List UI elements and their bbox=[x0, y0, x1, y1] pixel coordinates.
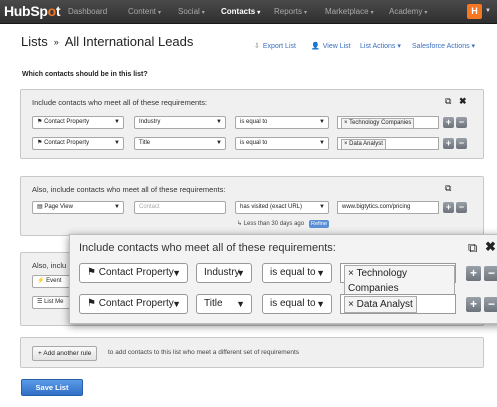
remove-filter-button[interactable]: − bbox=[484, 297, 497, 312]
lightning-icon: ⚡ bbox=[37, 278, 45, 284]
add-filter-button[interactable]: + bbox=[443, 202, 454, 213]
add-filter-button[interactable]: + bbox=[443, 138, 454, 149]
filter-type-select[interactable]: ⚑ Contact Property ▼ bbox=[32, 137, 124, 150]
top-navbar: HubSpot Dashboard Content ▾ Social ▾ Conta… bbox=[0, 0, 497, 24]
page-icon: ▤ bbox=[37, 204, 43, 210]
add-filter-button[interactable]: + bbox=[443, 117, 454, 128]
export-list-link[interactable]: ⇩ Export List bbox=[254, 42, 296, 50]
close-icon[interactable]: ✖ bbox=[459, 96, 467, 107]
list-criteria-question: Which contacts should be in this list? bbox=[22, 71, 148, 78]
value-tag[interactable]: × Technology Companies bbox=[341, 118, 415, 129]
nav-social[interactable]: Social ▾ bbox=[178, 0, 205, 24]
url-input[interactable]: www.bigtytics.com/pricing bbox=[337, 201, 439, 214]
flag-icon: ⚑ bbox=[87, 298, 96, 309]
add-filter-button[interactable]: + bbox=[466, 266, 481, 281]
nav-dashboard[interactable]: Dashboard bbox=[68, 0, 107, 24]
close-icon[interactable]: ✖ bbox=[485, 239, 496, 255]
contact-input[interactable]: Contact bbox=[134, 201, 226, 214]
value-input[interactable]: × Technology Companies bbox=[340, 263, 456, 297]
property-select[interactable]: Title ▼ bbox=[196, 294, 252, 314]
operator-select[interactable]: is equal to ▼ bbox=[262, 263, 332, 283]
operator-select[interactable]: has visited (exact URL) ▼ bbox=[235, 201, 329, 214]
filter-type-select[interactable]: ▤ Page View ▼ bbox=[32, 201, 124, 214]
remove-filter-button[interactable]: − bbox=[456, 117, 467, 128]
value-tag[interactable]: × Data Analyst bbox=[341, 139, 386, 150]
copy-icon[interactable]: ⧉ bbox=[468, 240, 477, 256]
flag-icon: ⚑ bbox=[37, 119, 43, 125]
account-menu-button[interactable]: H bbox=[467, 4, 482, 19]
property-select[interactable]: Title ▼ bbox=[134, 137, 226, 150]
value-input[interactable]: × Data Analyst bbox=[337, 137, 439, 150]
group-heading: Include contacts who meet all of these r… bbox=[79, 242, 336, 254]
group-heading: Include contacts who meet all of these r… bbox=[32, 98, 208, 107]
copy-icon[interactable]: ⧉ bbox=[445, 96, 451, 107]
nav-content[interactable]: Content ▾ bbox=[128, 0, 161, 24]
remove-filter-button[interactable]: − bbox=[484, 266, 497, 281]
add-rule-description: to add contacts to this list who meet a … bbox=[108, 349, 300, 356]
operator-select[interactable]: is equal to ▼ bbox=[262, 294, 332, 314]
flag-icon: ⚑ bbox=[37, 140, 43, 146]
page-title: Lists» All International Leads bbox=[21, 34, 194, 49]
breadcrumb-lists[interactable]: Lists bbox=[21, 34, 48, 49]
filter-type-select[interactable]: ⚑ Contact Property ▼ bbox=[79, 294, 188, 314]
refine-button[interactable]: Refine bbox=[309, 220, 329, 228]
add-another-rule-button[interactable]: + Add another rule bbox=[32, 346, 98, 361]
zoomed-criteria-group: Include contacts who meet all of these r… bbox=[69, 234, 497, 324]
salesforce-actions-dropdown[interactable]: Salesforce Actions ▾ bbox=[412, 42, 475, 50]
remove-filter-button[interactable]: − bbox=[456, 202, 467, 213]
filter-type-select[interactable]: ⚑ Contact Property ▼ bbox=[79, 263, 188, 283]
value-input[interactable]: × Technology Companies bbox=[337, 116, 439, 129]
add-filter-button[interactable]: + bbox=[466, 297, 481, 312]
value-tag[interactable]: × Data Analyst bbox=[344, 296, 417, 313]
save-list-button[interactable]: Save List bbox=[21, 379, 83, 396]
value-input[interactable]: × Data Analyst bbox=[340, 294, 456, 314]
list-actions-dropdown[interactable]: List Actions ▾ bbox=[360, 42, 401, 50]
user-icon: 👤 bbox=[311, 43, 320, 50]
copy-icon[interactable]: ⧉ bbox=[445, 183, 451, 194]
nav-academy[interactable]: Academy ▾ bbox=[389, 0, 427, 24]
operator-select[interactable]: is equal to ▼ bbox=[235, 116, 329, 129]
group-heading: Also, include contacts who meet all of t… bbox=[32, 185, 226, 194]
flag-icon: ⚑ bbox=[87, 267, 96, 278]
view-list-link[interactable]: 👤 View List bbox=[311, 42, 351, 50]
nav-marketplace[interactable]: Marketplace ▾ bbox=[325, 0, 374, 24]
list-name: All International Leads bbox=[64, 34, 194, 49]
chevron-down-icon[interactable]: ▼ bbox=[485, 8, 491, 14]
operator-select[interactable]: is equal to ▼ bbox=[235, 137, 329, 150]
criteria-group-1: Include contacts who meet all of these r… bbox=[20, 89, 484, 159]
criteria-group-2: Also, include contacts who meet all of t… bbox=[20, 176, 484, 236]
filter-type-select[interactable]: ⚑ Contact Property ▼ bbox=[32, 116, 124, 129]
group-heading: Also, inclu bbox=[32, 261, 67, 270]
property-select[interactable]: Industry ▼ bbox=[196, 263, 252, 283]
list-icon: ☰ bbox=[37, 299, 43, 305]
nav-reports[interactable]: Reports ▾ bbox=[274, 0, 307, 24]
remove-filter-button[interactable]: − bbox=[456, 138, 467, 149]
value-tag[interactable]: × Technology Companies bbox=[344, 265, 455, 297]
nav-contacts[interactable]: Contacts ▾ bbox=[221, 0, 260, 24]
property-select[interactable]: Industry ▼ bbox=[134, 116, 226, 129]
time-constraint-label: ↳ Less than 30 days ago bbox=[237, 221, 305, 227]
export-icon: ⇩ bbox=[254, 43, 260, 50]
hubspot-logo[interactable]: HubSpot bbox=[4, 3, 61, 19]
add-rule-group: + Add another rule to add contacts to th… bbox=[20, 337, 484, 368]
